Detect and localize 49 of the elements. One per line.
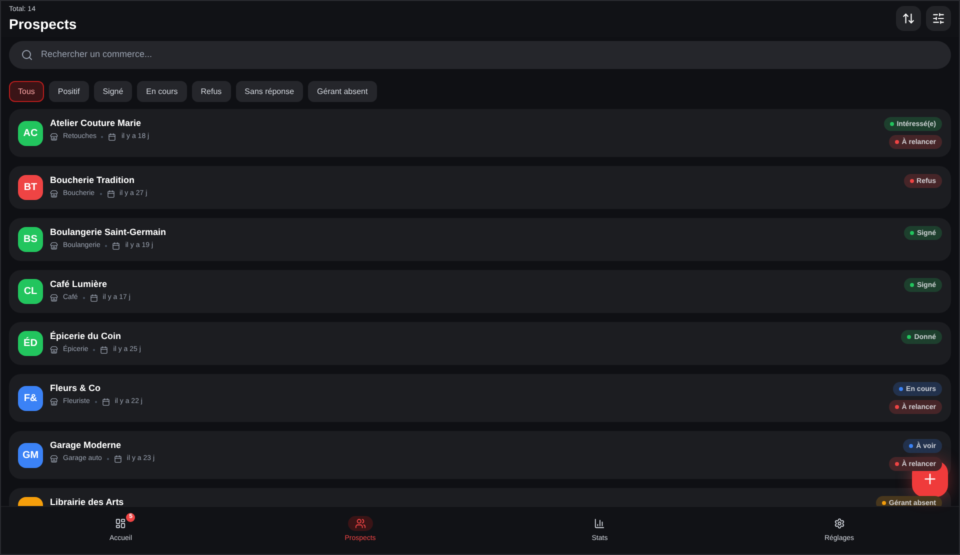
filter-chip[interactable]: Refus <box>192 81 231 102</box>
avatar: BS <box>18 227 43 252</box>
search-field[interactable]: Rechercher un commerce... <box>9 41 951 69</box>
settings-icon <box>834 518 845 530</box>
store-icon <box>50 242 58 250</box>
filter-chip[interactable]: Signé <box>94 81 132 102</box>
prospect-name: Garage Moderne <box>50 439 122 451</box>
filter-chip[interactable]: Sans réponse <box>236 81 304 102</box>
calendar-icon <box>90 294 98 302</box>
avatar: BT <box>18 175 43 200</box>
calendar-icon <box>100 346 108 354</box>
calendar-icon <box>114 455 122 464</box>
prospect-name: Librairie des Arts <box>50 496 125 506</box>
store-icon <box>50 455 58 464</box>
calendar-icon <box>102 398 110 406</box>
avatar: AC <box>18 120 43 146</box>
avatar: GM <box>18 442 43 468</box>
prospect-name: Fleurs & Co <box>50 382 102 394</box>
store-icon <box>50 398 58 406</box>
prospect-name: Café Lumière <box>50 278 108 290</box>
page-title: Prospects <box>9 16 77 33</box>
store-icon <box>50 294 58 302</box>
avatar: ÉD <box>18 331 43 356</box>
store-icon <box>50 346 58 354</box>
store-icon <box>50 190 58 198</box>
store-icon <box>50 133 58 142</box>
prospect-name: Épicerie du Coin <box>50 330 122 342</box>
plus-icon <box>922 471 938 487</box>
prospect-name: Boucherie Tradition <box>50 174 136 186</box>
prospect-name: Atelier Couture Marie <box>50 117 142 129</box>
prospects-icon <box>354 518 366 530</box>
search-icon <box>21 49 33 61</box>
filter-icon <box>932 12 945 25</box>
calendar-icon <box>112 242 120 250</box>
home-icon <box>115 518 126 530</box>
search-input[interactable]: Rechercher un commerce... <box>41 48 939 62</box>
sort-icon <box>902 12 915 25</box>
calendar-icon <box>106 190 115 198</box>
calendar-icon <box>108 133 116 142</box>
filter-chip[interactable]: Tous <box>9 81 44 102</box>
filter-chip[interactable]: Gérant absent <box>308 81 377 102</box>
sort-button[interactable] <box>896 6 921 31</box>
avatar: CL <box>18 279 43 304</box>
filter-chip[interactable]: En cours <box>137 81 187 102</box>
stats-icon <box>594 518 606 530</box>
filter-chip[interactable]: Positif <box>48 81 89 102</box>
avatar: F& <box>18 386 43 410</box>
prospect-name: Boulangerie Saint-Germain <box>50 226 168 238</box>
filter-button[interactable] <box>926 6 951 31</box>
